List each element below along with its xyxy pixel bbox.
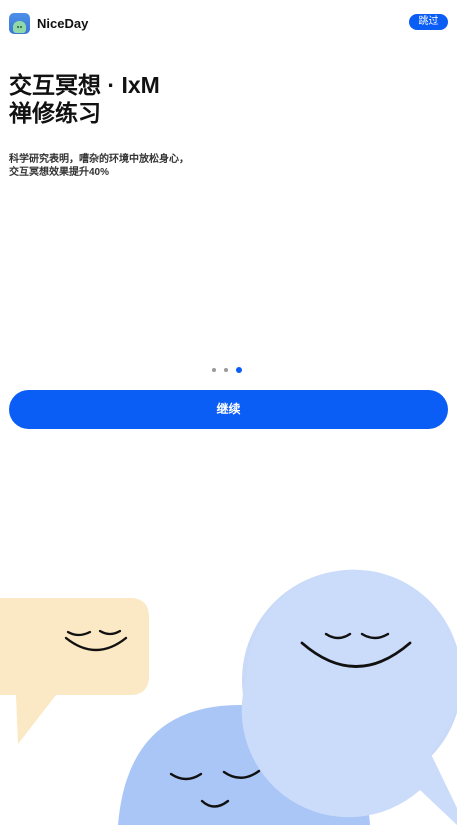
page-dot [224,368,228,372]
yellow-speech-bubble [0,598,149,744]
description-line: 科学研究表明，嘈杂的环境中放松身心， [9,154,189,165]
page-indicator [212,367,242,373]
page-dot [212,368,216,372]
top-bar: NiceDay 跳过 [0,0,457,44]
page-title: 交互冥想 · IxM 禅修练习 [9,71,160,127]
title-line: 交互冥想 · IxM [9,72,160,98]
yellow-bubble-shape [0,598,149,744]
description-line: 交互冥想效果提升40% [9,167,110,178]
skip-button[interactable]: 跳过 [409,14,448,30]
smiling-speech-bubbles-illustration [0,569,457,825]
light-blue-bubble-shape [241,569,457,825]
title-line: 禅修练习 [9,100,101,126]
page-description: 科学研究表明，嘈杂的环境中放松身心， 交互冥想效果提升40% [9,153,189,179]
light-blue-speech-bubble [241,569,457,825]
continue-button[interactable]: 继续 [9,390,448,429]
app-name: NiceDay [37,16,89,31]
page-dot-active [236,367,242,373]
niceday-app-icon [9,13,30,34]
